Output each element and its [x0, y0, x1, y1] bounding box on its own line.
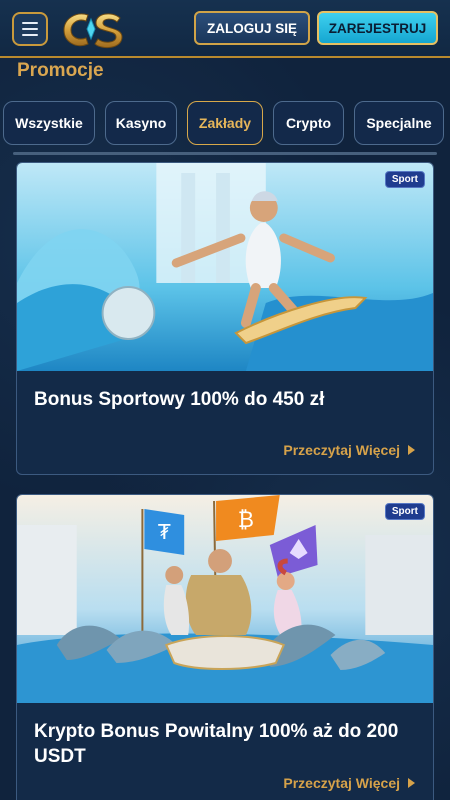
tab-zaklady[interactable]: Zakłady [187, 101, 263, 145]
promo-card-sport-bonus[interactable]: Sport Bonus Sportowy 100% do 450 zł Prze… [16, 162, 434, 475]
top-header: ZALOGUJ SIĘ ZAREJESTRUJ [0, 0, 450, 58]
chevron-right-icon [408, 445, 415, 455]
tab-wszystkie[interactable]: Wszystkie [3, 101, 95, 145]
category-badge: Sport [384, 171, 425, 188]
read-more-link[interactable]: Przeczytaj Więcej [283, 442, 415, 458]
register-button[interactable]: ZAREJESTRUJ [317, 11, 438, 45]
promo-title: Bonus Sportowy 100% do 450 zł [34, 389, 325, 410]
cs-logo[interactable] [58, 5, 130, 53]
promo-card-crypto-bonus[interactable]: ₮ ₿ Sport Krypto Bonus Powitalny 100% aż… [16, 494, 434, 800]
category-badge: Sport [384, 503, 425, 520]
chevron-right-icon [408, 778, 415, 788]
promo-image-surfer: Sport [17, 163, 433, 371]
read-more-label: Przeczytaj Więcej [283, 442, 400, 458]
read-more-label: Przeczytaj Więcej [283, 775, 400, 791]
promo-title: Krypto Bonus Powitalny 100% aż do 200 US… [34, 721, 399, 767]
read-more-link[interactable]: Przeczytaj Więcej [283, 775, 415, 791]
svg-text:₮: ₮ [158, 520, 171, 544]
tab-crypto[interactable]: Crypto [273, 101, 344, 145]
tab-specjalne[interactable]: Specjalne [354, 101, 444, 145]
hamburger-menu-icon[interactable] [12, 12, 48, 46]
svg-text:₿: ₿ [238, 508, 254, 533]
login-button[interactable]: ZALOGUJ SIĘ [194, 11, 310, 45]
tabs-divider [13, 152, 437, 155]
promo-image-crypto-flags: ₮ ₿ Sport [17, 495, 433, 703]
promo-category-tabs: Wszystkie Kasyno Zakłady Crypto Specjaln… [3, 101, 450, 145]
page-title: Promocje [17, 60, 104, 81]
tab-kasyno[interactable]: Kasyno [105, 101, 177, 145]
